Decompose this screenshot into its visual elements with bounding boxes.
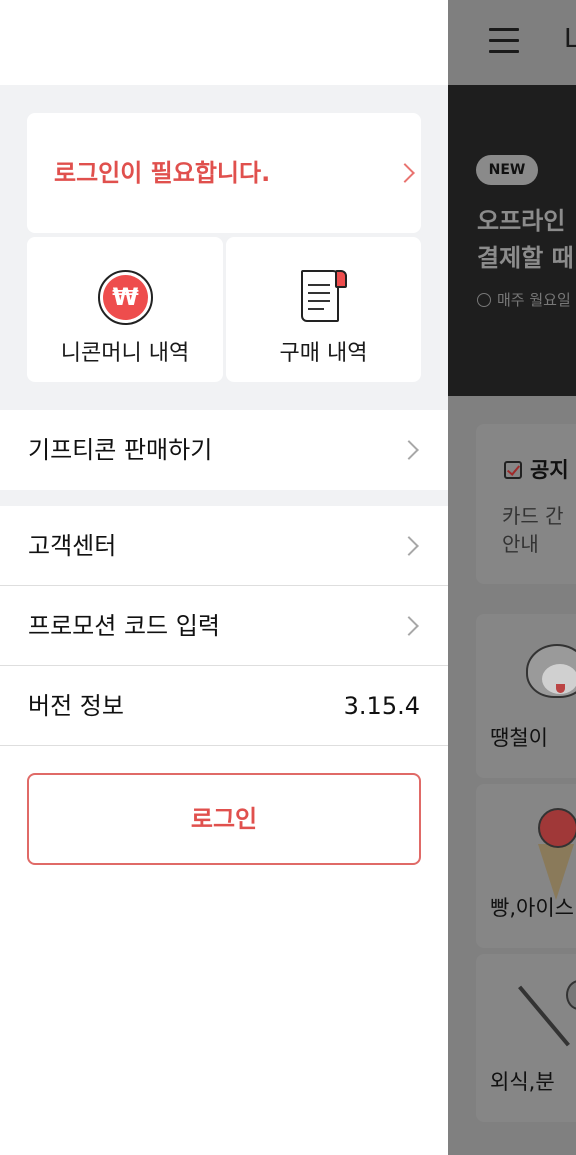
- chevron-right-icon: [399, 440, 419, 460]
- notice-title: 공지: [504, 454, 569, 484]
- drawer-top-spacer: [0, 0, 448, 85]
- navigation-drawer: 로그인이 필요합니다. ₩ 니콘머니 내역 구매 내역 기프티콘 판매하기 고객…: [0, 0, 448, 1155]
- banner-subtitle: 매주 월요일: [477, 289, 571, 310]
- tile-label: 구매 내역: [279, 341, 368, 366]
- menu-item-sell-gifticon[interactable]: 기프티콘 판매하기: [0, 410, 448, 490]
- menu-item-label: 프로모션 코드 입력: [28, 612, 220, 640]
- notice-body-line1: 카드 간: [502, 504, 564, 528]
- dog-icon: [526, 644, 576, 698]
- menu-item-label: 기프티콘 판매하기: [28, 436, 213, 464]
- nicon-money-history-tile[interactable]: ₩ 니콘머니 내역: [27, 237, 223, 382]
- banner-title: 오프라인 결제할 때: [477, 203, 574, 277]
- fork-icon: [518, 985, 570, 1047]
- background-app: L NEW 오프라인 결제할 때 매주 월요일 공지 카드 간 안내 땡철이 빵…: [448, 0, 576, 1155]
- category-card[interactable]: 빵,아이스: [476, 784, 576, 948]
- tile-label: 니콘머니 내역: [60, 341, 190, 366]
- checkbox-icon: [504, 461, 522, 479]
- menu-item-version-info: 버전 정보 3.15.4: [0, 666, 448, 746]
- banner-title-line2: 결제할 때: [477, 244, 574, 272]
- login-prompt-text: 로그인이 필요합니다.: [54, 159, 271, 187]
- won-coin-icon: ₩: [98, 270, 153, 325]
- app-header: L: [448, 0, 576, 85]
- banner-title-line1: 오프라인: [477, 207, 566, 235]
- category-label: 외식,분: [490, 1070, 555, 1094]
- receipt-icon: [299, 268, 349, 324]
- notice-body: 카드 간 안내: [502, 502, 564, 558]
- chevron-right-icon: [395, 163, 415, 183]
- category-label: 빵,아이스: [490, 896, 574, 920]
- category-label: 땡철이: [490, 726, 548, 750]
- notice-card[interactable]: 공지 카드 간 안내: [476, 424, 576, 584]
- menu-item-label: 버전 정보: [28, 692, 124, 720]
- category-card[interactable]: 땡철이: [476, 614, 576, 778]
- menu-item-label: 고객센터: [28, 532, 117, 560]
- section-gap: [0, 490, 448, 506]
- promo-banner[interactable]: NEW 오프라인 결제할 때 매주 월요일: [448, 85, 576, 396]
- menu-item-promotion-code[interactable]: 프로모션 코드 입력: [0, 586, 448, 666]
- chevron-right-icon: [399, 616, 419, 636]
- notice-body-line2: 안내: [502, 532, 539, 556]
- chevron-right-icon: [399, 536, 419, 556]
- version-number: 3.15.4: [343, 692, 420, 720]
- new-badge: NEW: [476, 155, 538, 185]
- menu-item-customer-center[interactable]: 고객센터: [0, 506, 448, 586]
- banner-subtitle-text: 매주 월요일: [497, 291, 571, 309]
- hamburger-menu-icon[interactable]: [489, 28, 519, 54]
- spoon-icon: [566, 980, 576, 1010]
- ice-cream-icon: [538, 808, 576, 848]
- app-logo: L: [564, 24, 576, 54]
- won-symbol: ₩: [103, 275, 148, 320]
- login-button[interactable]: 로그인: [27, 773, 421, 865]
- divider: [0, 745, 448, 746]
- notice-title-text: 공지: [530, 458, 569, 482]
- purchase-history-tile[interactable]: 구매 내역: [226, 237, 421, 382]
- clock-icon: [477, 293, 491, 307]
- login-prompt-card[interactable]: 로그인이 필요합니다.: [27, 113, 421, 233]
- category-card[interactable]: 외식,분: [476, 954, 576, 1122]
